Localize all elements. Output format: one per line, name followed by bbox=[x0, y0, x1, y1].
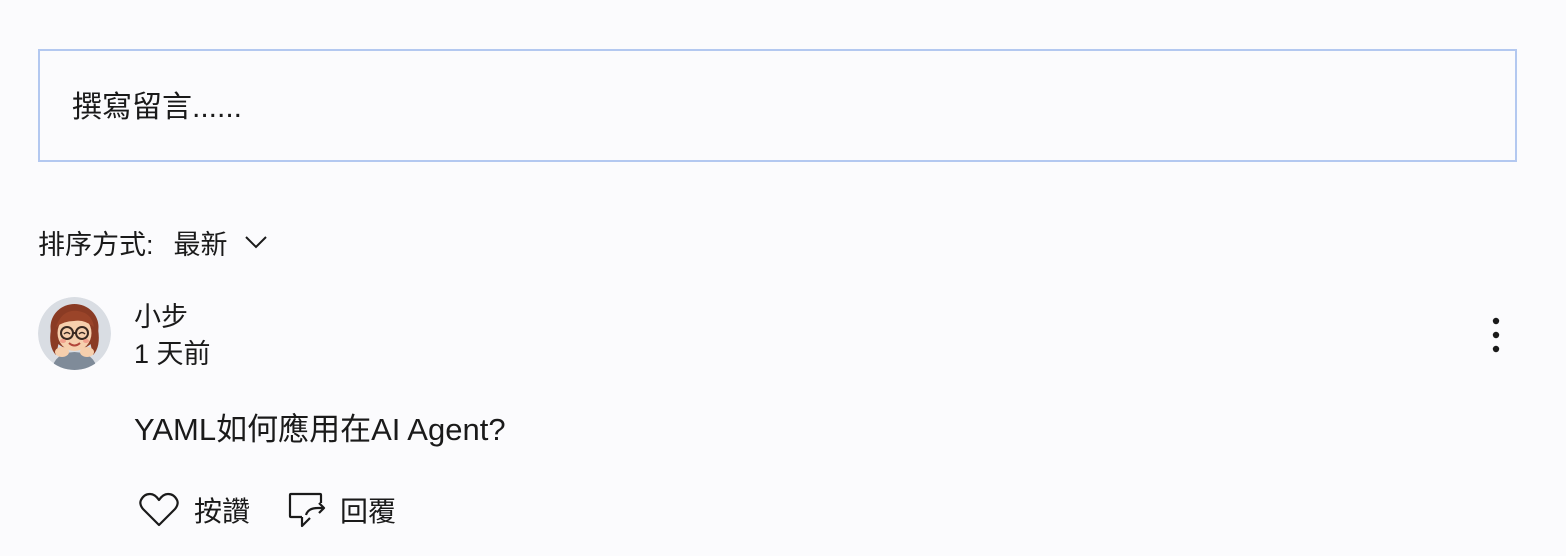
sort-selected-value: 最新 bbox=[173, 229, 228, 260]
avatar[interactable] bbox=[38, 297, 111, 370]
chevron-down-icon bbox=[244, 236, 267, 249]
sort-label: 排序方式: bbox=[38, 229, 154, 260]
like-label: 按讚 bbox=[194, 496, 251, 527]
like-button[interactable]: 按讚 bbox=[138, 490, 250, 530]
comment-timestamp: 1 天前 bbox=[134, 339, 211, 369]
comment-input[interactable]: 撰寫留言...... bbox=[38, 49, 1517, 162]
reply-icon bbox=[288, 492, 326, 528]
more-options-button[interactable] bbox=[1478, 315, 1514, 355]
more-vertical-icon bbox=[1492, 317, 1500, 353]
comment-input-placeholder: 撰寫留言...... bbox=[72, 91, 243, 124]
comment-author[interactable]: 小步 bbox=[134, 300, 188, 334]
comment-text: YAML如何應用在AI Agent? bbox=[134, 412, 506, 447]
reply-label: 回覆 bbox=[340, 496, 397, 527]
sort-dropdown[interactable]: 最新 bbox=[174, 223, 268, 262]
reply-button[interactable]: 回覆 bbox=[288, 490, 396, 530]
heart-icon bbox=[139, 492, 179, 527]
sort-bar: 排序方式: 最新 bbox=[38, 224, 268, 260]
